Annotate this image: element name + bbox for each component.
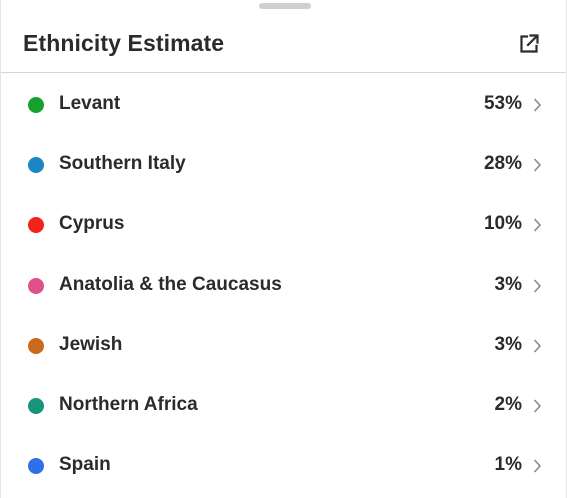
panel-header: Ethnicity Estimate (1, 0, 566, 73)
region-row-jewish[interactable]: Jewish 3% (1, 314, 566, 374)
region-color-dot (28, 397, 44, 414)
region-row-cyprus[interactable]: Cyprus 10% (1, 193, 566, 253)
region-row-spain[interactable]: Spain 1% (1, 434, 566, 494)
chevron-right-icon (532, 458, 542, 474)
region-color-dot (28, 458, 44, 475)
region-percent: 53% (483, 93, 522, 114)
chevron-right-icon (532, 338, 542, 354)
region-row-northern-africa[interactable]: Northern Africa 2% (1, 374, 566, 434)
region-row-southern-italy[interactable]: Southern Italy 28% (1, 133, 566, 193)
region-name: Spain (59, 454, 111, 476)
ethnicity-estimate-panel: Ethnicity Estimate Levant 53% Southern I… (0, 0, 567, 498)
region-color-dot (28, 157, 44, 174)
chevron-right-icon (532, 398, 542, 414)
region-color-dot (28, 337, 44, 354)
region-list: Levant 53% Southern Italy 28% Cyprus 10%… (1, 73, 566, 494)
region-color-dot (28, 217, 44, 234)
region-name: Anatolia & the Caucasus (59, 273, 282, 295)
region-color-dot (28, 97, 44, 113)
region-percent: 3% (494, 273, 522, 295)
region-percent: 1% (494, 454, 522, 476)
chevron-right-icon (532, 278, 542, 294)
region-row-anatolia-caucasus[interactable]: Anatolia & the Caucasus 3% (1, 254, 566, 314)
region-percent: 28% (483, 153, 522, 175)
chevron-right-icon (532, 157, 542, 173)
region-percent: 10% (483, 213, 522, 235)
chevron-right-icon (532, 217, 542, 233)
region-row-levant[interactable]: Levant 53% (1, 73, 566, 133)
region-percent: 2% (494, 393, 522, 415)
region-name: Northern Africa (59, 393, 198, 415)
region-name: Cyprus (59, 213, 125, 235)
region-name: Levant (59, 93, 121, 114)
region-name: Southern Italy (59, 153, 186, 175)
panel-title: Ethnicity Estimate (23, 30, 225, 56)
external-link-icon[interactable] (518, 33, 540, 55)
chevron-right-icon (532, 97, 542, 113)
region-percent: 3% (494, 333, 522, 355)
region-color-dot (28, 277, 44, 294)
region-name: Jewish (59, 333, 123, 355)
